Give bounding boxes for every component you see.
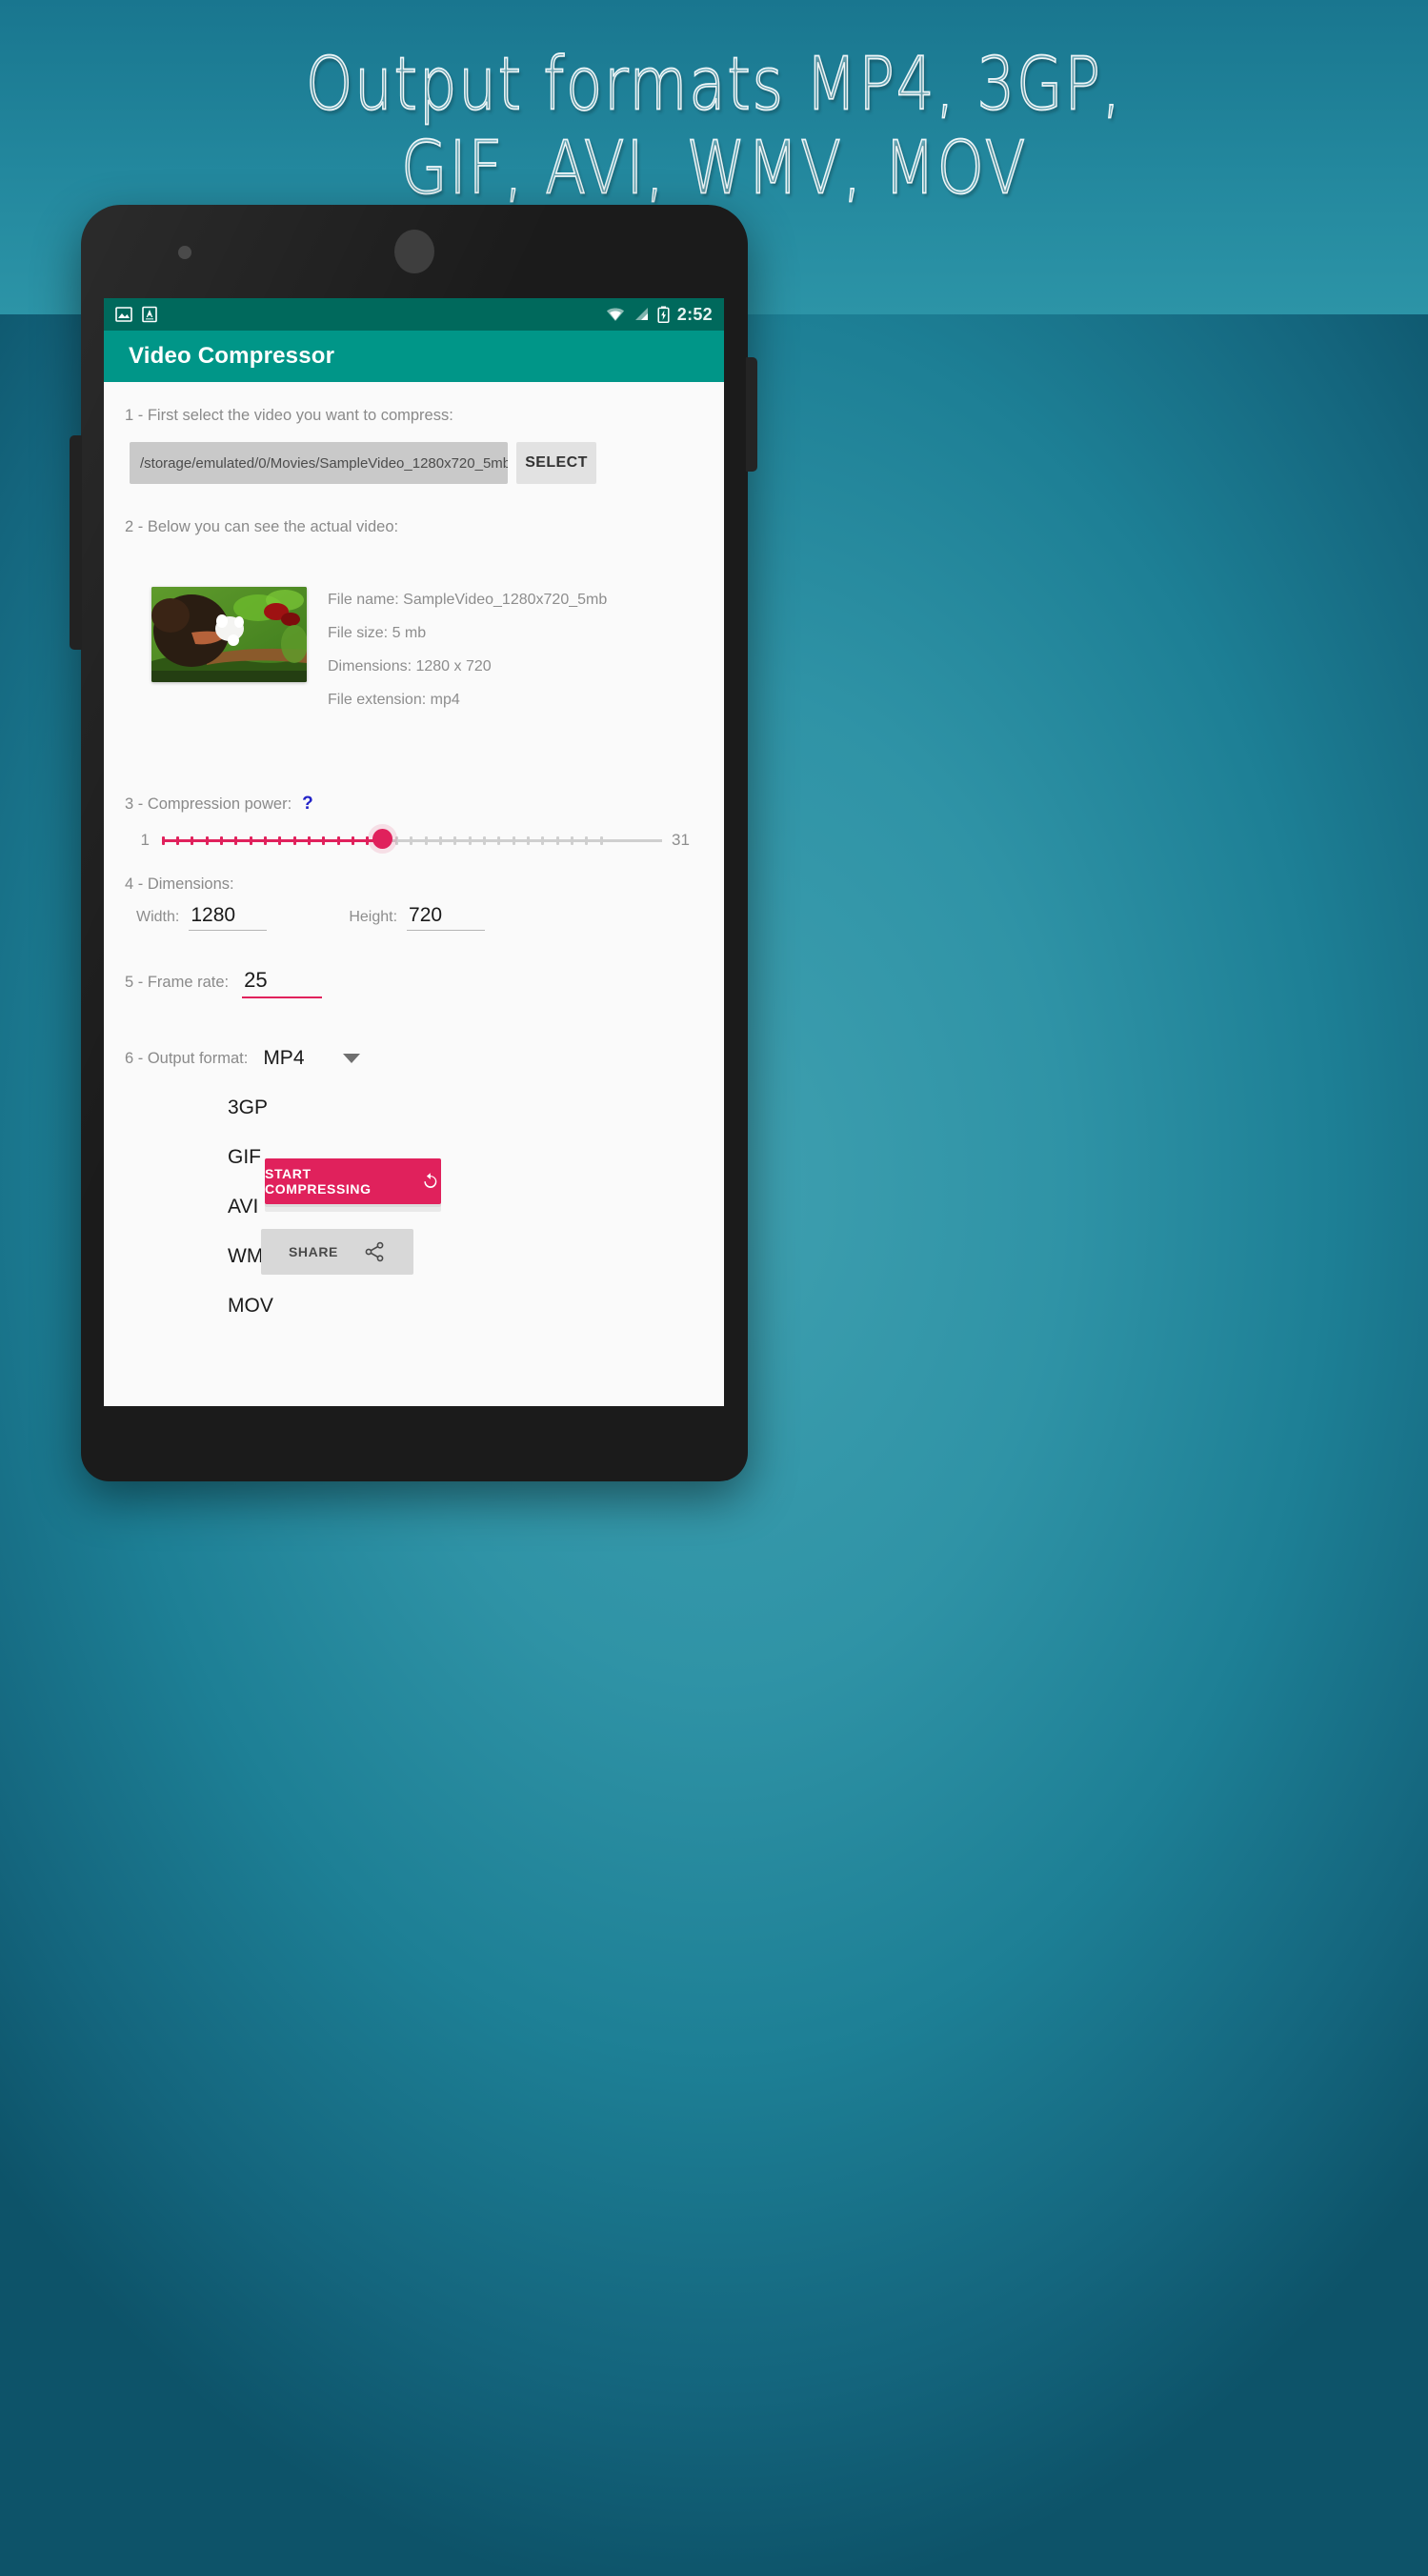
slider-tick xyxy=(205,836,209,845)
image-icon xyxy=(115,307,132,322)
slider-track-fill xyxy=(163,839,382,842)
status-bar-notifications xyxy=(115,306,158,323)
slider-tick xyxy=(307,836,311,845)
power-button xyxy=(746,357,757,472)
video-file-size: File size: 5 mb xyxy=(328,625,427,641)
step1-label: 1 - First select the video you want to c… xyxy=(125,407,453,424)
battery-charging-icon xyxy=(657,306,670,323)
step5-label: 5 - Frame rate: xyxy=(125,974,230,991)
step4-label: 4 - Dimensions: xyxy=(125,875,234,893)
slider-tick xyxy=(585,836,589,845)
promo-headline-line2: GIF, AVI, WMV, MOV xyxy=(400,125,1028,211)
output-format-option[interactable]: 3GP xyxy=(228,1089,276,1127)
height-field[interactable]: Height: 720 xyxy=(349,904,486,931)
slider-tick xyxy=(410,836,413,845)
slider-tick xyxy=(541,836,545,845)
slider-tick xyxy=(263,836,267,845)
slider-tick xyxy=(292,836,296,845)
promo-headline: Output formats MP4, 3GP, GIF, AVI, WMV, … xyxy=(0,41,1428,211)
slider-tick xyxy=(336,836,340,845)
front-camera xyxy=(394,230,434,273)
height-label: Height: xyxy=(349,909,398,925)
slider-tick xyxy=(219,836,223,845)
slider-tick xyxy=(175,836,179,845)
compression-slider[interactable]: 1 31 xyxy=(125,820,704,860)
file-path-input[interactable]: /storage/emulated/0/Movies/SampleVideo_1… xyxy=(130,442,508,484)
promo-headline-line1: Output formats MP4, 3GP, xyxy=(305,41,1123,128)
slider-tick xyxy=(438,836,442,845)
width-field[interactable]: Width: 1280 xyxy=(136,904,268,931)
step2-label: 2 - Below you can see the actual video: xyxy=(125,518,399,535)
output-format-option[interactable]: MOV xyxy=(228,1287,276,1325)
select-button[interactable]: SELECT xyxy=(516,442,596,484)
frame-rate-input[interactable]: 25 xyxy=(242,968,323,998)
slider-tick xyxy=(468,836,472,845)
slider-tick xyxy=(453,836,457,845)
slider-track[interactable] xyxy=(161,825,662,855)
notification-led xyxy=(178,246,191,259)
slider-tick xyxy=(512,836,515,845)
width-input[interactable]: 1280 xyxy=(189,904,268,931)
volume-button xyxy=(70,435,82,650)
video-preview-row: File name: SampleVideo_1280x720_5mb File… xyxy=(151,587,607,709)
slider-tick xyxy=(278,836,282,845)
slider-tick xyxy=(482,836,486,845)
share-icon xyxy=(365,1241,384,1262)
status-bar-clock: 2:52 xyxy=(676,304,713,324)
text-capture-icon xyxy=(142,306,157,323)
slider-min-label: 1 xyxy=(140,831,150,849)
step3-row: 3 - Compression power: ? xyxy=(125,794,313,815)
app-title: Video Compressor xyxy=(129,343,335,369)
share-button[interactable]: SHARE xyxy=(261,1229,413,1275)
video-metadata: File name: SampleVideo_1280x720_5mb File… xyxy=(328,587,607,709)
slider-tick xyxy=(322,836,326,845)
slider-thumb[interactable] xyxy=(372,829,392,849)
status-bar: 2:52 xyxy=(104,298,724,331)
slider-tick xyxy=(351,836,354,845)
wifi-icon xyxy=(606,308,624,321)
step3-label: 3 - Compression power: xyxy=(125,795,292,813)
output-format-selected[interactable]: MP4 xyxy=(263,1047,304,1070)
slider-tick xyxy=(555,836,559,845)
slider-tick xyxy=(394,836,398,845)
screenshot-root: Output formats MP4, 3GP, GIF, AVI, WMV, … xyxy=(0,0,1428,2576)
slider-tick xyxy=(161,836,165,845)
height-input[interactable]: 720 xyxy=(407,904,486,931)
output-format-options[interactable]: 3GP GIF AVI WMV MOV xyxy=(228,1089,276,1337)
slider-tick xyxy=(234,836,238,845)
frame-rate-row: 5 - Frame rate: 25 xyxy=(125,968,323,998)
video-file-extension: File extension: mp4 xyxy=(328,692,460,708)
status-bar-system: 2:52 xyxy=(606,305,713,325)
step6-label: 6 - Output format: xyxy=(125,1049,249,1067)
output-format-row: 6 - Output format: MP4 xyxy=(125,1047,360,1070)
chevron-down-icon[interactable] xyxy=(342,1054,360,1063)
slider-tick xyxy=(570,836,573,845)
video-thumbnail-art xyxy=(151,587,307,682)
phone-screen: 2:52 Video Compressor 1 - First select t… xyxy=(104,298,724,1406)
video-thumbnail[interactable] xyxy=(151,587,307,682)
share-label: SHARE xyxy=(288,1244,338,1259)
video-file-name: File name: SampleVideo_1280x720_5mb xyxy=(328,592,608,608)
app-content: 1 - First select the video you want to c… xyxy=(104,382,724,1406)
slider-tick xyxy=(191,836,194,845)
file-picker-row: /storage/emulated/0/Movies/SampleVideo_1… xyxy=(130,442,596,484)
slider-tick xyxy=(526,836,530,845)
video-dimensions: Dimensions: 1280 x 720 xyxy=(328,658,492,674)
dimensions-row: Width: 1280 Height: 720 xyxy=(136,904,486,931)
start-compressing-label: START COMPRESSING xyxy=(265,1166,372,1197)
help-icon[interactable]: ? xyxy=(302,794,313,815)
slider-tick xyxy=(599,836,603,845)
slider-tick xyxy=(366,836,370,845)
slider-tick xyxy=(249,836,252,845)
width-label: Width: xyxy=(136,909,180,925)
slider-max-label: 31 xyxy=(672,831,690,849)
slider-tick xyxy=(424,836,428,845)
slider-tick xyxy=(497,836,501,845)
app-bar: Video Compressor xyxy=(104,331,724,382)
signal-icon xyxy=(634,308,648,320)
start-compressing-button[interactable]: START COMPRESSING xyxy=(265,1158,441,1204)
refresh-icon xyxy=(424,1173,437,1188)
